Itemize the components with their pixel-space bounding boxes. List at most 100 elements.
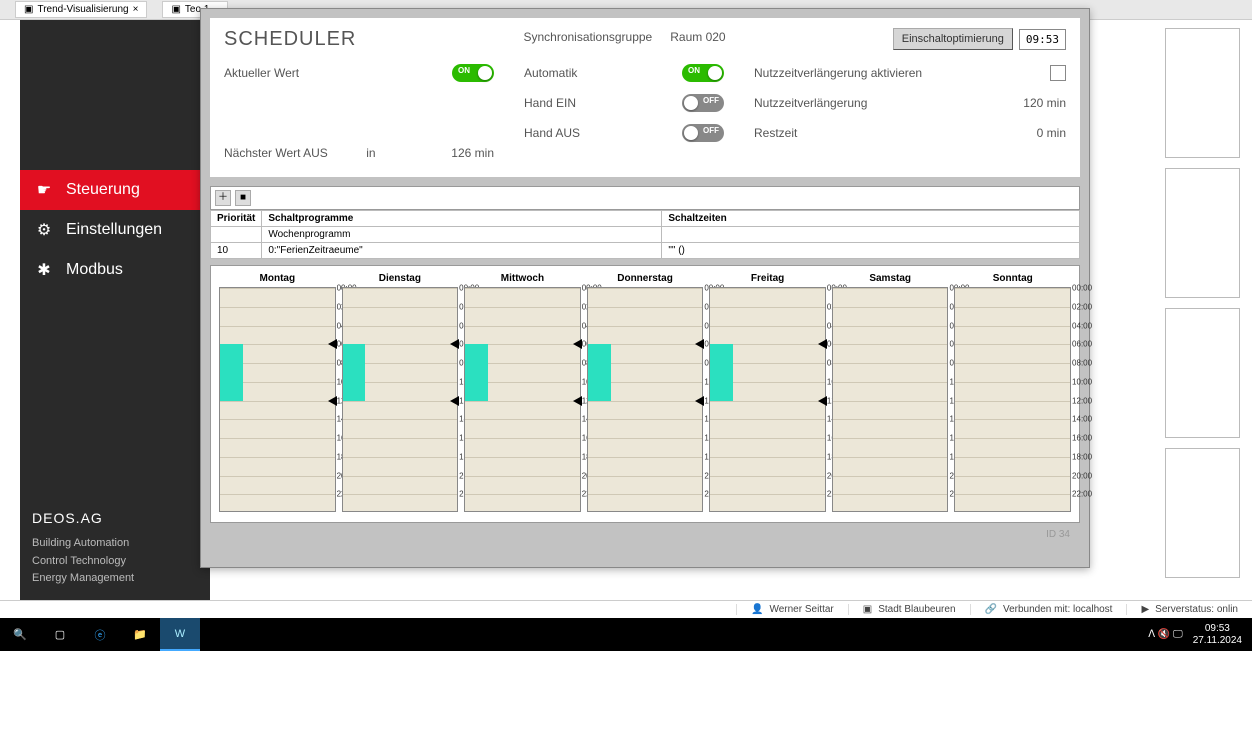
dialog-title: SCHEDULER [224,28,356,51]
day-grid[interactable]: 00:0002:0004:0006:0008:0010:0012:0014:00… [832,287,949,512]
task-view-button[interactable]: ▢ [40,618,80,651]
day-grid[interactable]: 00:0002:0004:0006:0008:0010:0012:0014:00… [954,287,1071,512]
col-schaltprogramme[interactable]: Schaltprogramme [262,211,662,227]
taskbar-clock[interactable]: 09:5327.11.2024 [1193,623,1242,647]
footer-line: Building Automation [32,535,198,553]
day-grid[interactable]: 00:0002:0004:0006:0008:0010:0012:0014:00… [709,287,826,512]
automatik-toggle[interactable]: ON [682,64,724,82]
resttime-label: Restzeit [754,126,986,140]
table-row[interactable]: Wochenprogramm [211,227,1080,243]
brand-logo: DEOS.AG [32,507,198,529]
time-tick: 08:00 [1072,359,1106,368]
hand-icon: ☛ [34,180,54,200]
scheduler-dialog: SCHEDULER Synchronisationsgruppe Raum 02… [200,8,1090,568]
start-button[interactable]: 🔍 [0,618,40,651]
next-in-label: in [361,146,381,160]
explorer-icon[interactable]: 📁 [120,618,160,651]
extension-value: 120 min [986,96,1066,110]
active-block[interactable] [465,344,488,400]
sidebar-item-steuerung[interactable]: ☛ Steuerung [20,170,210,210]
extension-label: Nutzzeitverlängerung [754,96,986,110]
active-block[interactable] [220,344,243,400]
day-column[interactable]: Donnerstag00:0002:0004:0006:0008:0010:00… [585,270,706,512]
tab-icon: ▣ [24,4,33,15]
ie-icon[interactable]: ⓔ [80,618,120,651]
gear-icon: ✱ [34,260,54,280]
day-column[interactable]: Freitag00:0002:0004:0006:0008:0010:0012:… [707,270,828,512]
time-tick: 02:00 [1072,302,1106,311]
time-display: 09:53 [1019,29,1066,50]
current-value-toggle[interactable]: ON [452,64,494,82]
day-grid[interactable]: 00:0002:0004:0006:0008:0010:0012:0014:00… [342,287,459,512]
user-icon: 👤 [751,604,763,615]
time-tick: 20:00 [1072,471,1106,480]
add-program-icon[interactable]: ＋ [215,190,231,206]
current-value-label: Aktueller Wert [224,66,452,80]
tray-icons[interactable]: ᐱ 🔇 🖵 [1148,629,1183,641]
day-column[interactable]: Montag00:0002:0004:0006:0008:0010:0012:0… [217,270,338,512]
link-icon: 🔗 [985,604,997,615]
day-column[interactable]: Mittwoch00:0002:0004:0006:0008:0010:0012… [462,270,583,512]
day-column[interactable]: Dienstag00:0002:0004:0006:0008:0010:0012… [340,270,461,512]
word-icon[interactable]: W [160,618,200,651]
active-block[interactable] [588,344,611,400]
week-schedule: Montag00:0002:0004:0006:0008:0010:0012:0… [210,265,1080,523]
time-tick: 04:00 [1072,321,1106,330]
close-icon[interactable]: × [133,4,139,15]
drag-marker-icon[interactable] [450,396,459,406]
einschaltoptimierung-button[interactable]: Einschaltoptimierung [893,28,1013,50]
time-tick: 10:00 [1072,377,1106,386]
sliders-icon: ⚙ [34,220,54,240]
location-icon: ▣ [863,604,872,615]
time-tick: 06:00 [1072,340,1106,349]
col-schaltzeiten[interactable]: Schaltzeiten [662,211,1080,227]
sidebar-item-einstellungen[interactable]: ⚙ Einstellungen [20,210,210,250]
tab-label: Trend-Visualisierung [37,4,128,15]
day-grid[interactable]: 00:0002:0004:0006:0008:0010:0012:0014:00… [219,287,336,512]
hand-ein-label: Hand EIN [524,96,682,110]
dialog-footer-id: ID 34 [210,523,1080,542]
extension-activate-checkbox[interactable] [1050,65,1066,81]
windows-taskbar: 🔍 ▢ ⓔ 📁 W ᐱ 🔇 🖵 09:5327.11.2024 [0,618,1252,651]
table-row[interactable]: 100:"FerienZeitraeume""" () [211,243,1080,259]
program-table: Priorität Schaltprogramme Schaltzeiten W… [210,210,1080,259]
time-tick: 22:00 [1072,490,1106,499]
background-panels [1165,28,1240,598]
active-block[interactable] [343,344,366,400]
tab-trend[interactable]: ▣ Trend-Visualisierung × [15,1,147,18]
active-block[interactable] [710,344,733,400]
drag-marker-icon[interactable] [573,396,582,406]
drag-marker-icon[interactable] [573,339,582,349]
day-column[interactable]: Samstag00:0002:0004:0006:0008:0010:0012:… [830,270,951,512]
footer-line: Energy Management [32,570,198,588]
sync-value: Raum 020 [670,30,725,44]
stop-program-icon[interactable]: ■ [235,190,251,206]
drag-marker-icon[interactable] [818,396,827,406]
hand-aus-label: Hand AUS [524,126,682,140]
time-tick: 14:00 [1072,415,1106,424]
time-tick: 18:00 [1072,452,1106,461]
drag-marker-icon[interactable] [328,339,337,349]
col-prioritaet[interactable]: Priorität [211,211,262,227]
drag-marker-icon[interactable] [328,396,337,406]
resttime-value: 0 min [986,126,1066,140]
day-grid[interactable]: 00:0002:0004:0006:0008:0010:0012:0014:00… [464,287,581,512]
tab-icon: ▣ [171,4,180,15]
day-column[interactable]: Sonntag00:0002:0004:0006:0008:0010:0012:… [952,270,1073,512]
program-toolbar: ＋ ■ [210,186,1080,210]
sidebar: ☛ Steuerung ⚙ Einstellungen ✱ Modbus DEO… [20,20,210,600]
automatik-label: Automatik [524,66,682,80]
status-city: Stadt Blaubeuren [878,604,955,615]
drag-marker-icon[interactable] [450,339,459,349]
hand-ein-toggle[interactable]: OFF [682,94,724,112]
drag-marker-icon[interactable] [695,339,704,349]
time-tick: 00:00 [1072,284,1106,293]
hand-aus-toggle[interactable]: OFF [682,124,724,142]
drag-marker-icon[interactable] [818,339,827,349]
extension-activate-label: Nutzzeitverlängerung aktivieren [754,66,1050,80]
time-tick: 12:00 [1072,396,1106,405]
drag-marker-icon[interactable] [695,396,704,406]
sidebar-item-modbus[interactable]: ✱ Modbus [20,250,210,290]
status-user: Werner Seittar [769,604,833,615]
day-grid[interactable]: 00:0002:0004:0006:0008:0010:0012:0014:00… [587,287,704,512]
